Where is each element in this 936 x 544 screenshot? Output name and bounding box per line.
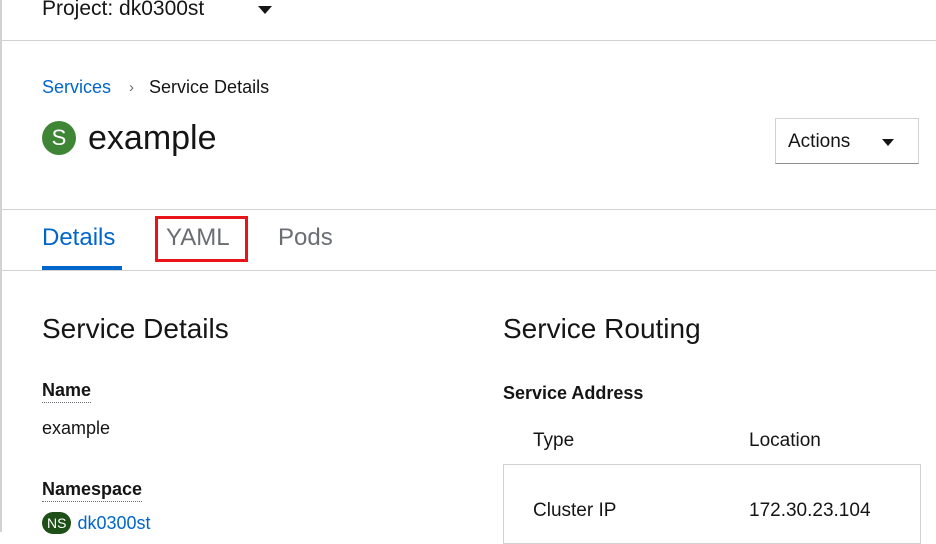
service-details-heading: Service Details <box>42 313 229 344</box>
page-header: S example <box>42 118 217 158</box>
left-border <box>0 0 2 532</box>
service-badge: S <box>42 121 76 155</box>
caret-down-icon[interactable] <box>258 6 272 14</box>
namespace-badge: NS <box>42 512 72 534</box>
breadcrumb-services-link[interactable]: Services <box>42 77 111 98</box>
actions-label: Actions <box>788 131 851 152</box>
column-header-location: Location <box>749 430 821 451</box>
cell-type: Cluster IP <box>533 500 617 521</box>
name-label[interactable]: Name <box>42 380 92 403</box>
actions-dropdown-button[interactable]: Actions <box>775 118 919 164</box>
namespace-link[interactable]: dk0300st <box>77 513 150 534</box>
breadcrumb: Services › Service Details <box>42 77 269 98</box>
project-bar: Project: dk0300st <box>0 0 936 41</box>
name-value: example <box>42 418 111 438</box>
page-title: example <box>88 119 217 157</box>
cell-location: 172.30.23.104 <box>749 500 871 521</box>
tab-pods[interactable]: Pods <box>278 224 333 252</box>
service-address-label: Service Address <box>503 383 644 403</box>
column-header-type: Type <box>533 430 575 451</box>
namespace-label[interactable]: Namespace <box>42 479 143 502</box>
active-tab-indicator <box>42 266 122 270</box>
service-routing-heading: Service Routing <box>503 313 701 344</box>
tab-details[interactable]: Details <box>42 224 115 252</box>
caret-down-icon <box>882 139 894 146</box>
breadcrumb-current: Service Details <box>149 77 270 97</box>
project-selector[interactable]: Project: dk0300st <box>42 0 204 21</box>
chevron-right-icon: › <box>129 79 135 96</box>
divider <box>0 270 936 271</box>
namespace-value: NS dk0300st <box>42 512 151 534</box>
divider <box>0 209 936 210</box>
tab-yaml[interactable]: YAML <box>166 224 230 252</box>
